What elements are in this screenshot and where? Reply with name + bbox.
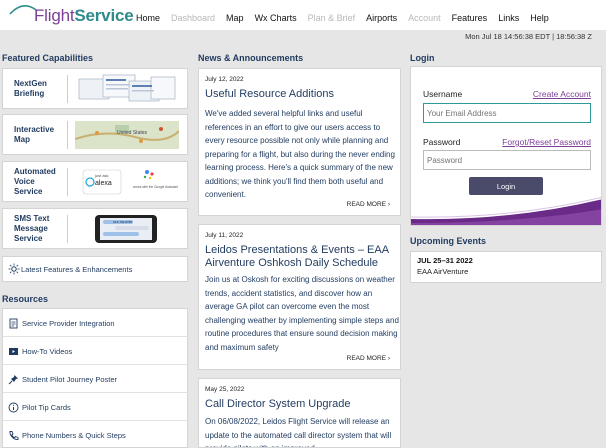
nav-dashboard: Dashboard xyxy=(171,13,216,23)
brand-name-part1: Flight xyxy=(34,6,75,25)
resource-how-to-videos[interactable]: How-To Videos xyxy=(3,337,189,365)
pin-icon xyxy=(8,375,18,385)
brand-logo[interactable]: FlightService xyxy=(34,6,134,26)
resource-label: Student Pilot Journey Poster xyxy=(22,375,118,384)
username-label: Username xyxy=(423,89,463,99)
news-date: May 25, 2022 xyxy=(205,386,245,393)
login-panel: Username Create Account Password Forgot/… xyxy=(410,66,602,226)
nav-home[interactable]: Home xyxy=(136,13,160,23)
resource-phone-numbers[interactable]: Phone Numbers & Quick Steps xyxy=(3,421,189,448)
news-card: July 12, 2022 Useful Resource Additions … xyxy=(198,68,401,216)
news-headline[interactable]: Call Director System Upgrade xyxy=(205,398,400,411)
latest-features-link[interactable]: Latest Features & Enhancements xyxy=(2,256,188,282)
forgot-password-link[interactable]: Forgot/Reset Password xyxy=(502,137,591,147)
resource-pilot-tip-cards[interactable]: Pilot Tip Cards xyxy=(3,393,189,421)
event-item[interactable]: JUL 25–31 2022 EAA AirVenture xyxy=(410,251,602,283)
voice-assistants-icon: just ask alexa works with the Google Ass… xyxy=(82,169,178,195)
divider xyxy=(67,75,68,103)
latest-features-label: Latest Features & Enhancements xyxy=(21,265,133,274)
phone-icon xyxy=(9,431,19,440)
clock-bar: Mon Jul 18 14:56:38 EDT | 18:56:38 Z xyxy=(0,30,606,44)
login-title: Login xyxy=(410,53,435,63)
news-card: July 11, 2022 Leidos Presentations & Eve… xyxy=(198,224,401,370)
sun-icon xyxy=(8,263,20,275)
events-title: Upcoming Events xyxy=(410,236,487,246)
news-card: May 25, 2022 Call Director System Upgrad… xyxy=(198,378,401,448)
nav-help[interactable]: Help xyxy=(530,13,549,23)
resource-label: How-To Videos xyxy=(22,347,73,356)
resource-label: Service Provider Integration xyxy=(22,319,115,328)
feature-nextgen-briefing[interactable]: NextGen Briefing xyxy=(2,68,188,109)
nav-links[interactable]: Links xyxy=(498,13,519,23)
brand-name-part2: Service xyxy=(74,6,134,25)
nav-airports[interactable]: Airports xyxy=(366,13,397,23)
feature-label: SMS Text Message Service xyxy=(14,213,50,243)
phone-sms-icon: S16-762-8768 xyxy=(95,215,157,243)
login-button[interactable]: Login xyxy=(469,177,543,195)
info-circle-icon xyxy=(8,402,19,413)
map-thumb-label: United States xyxy=(117,130,148,136)
map-thumbnail-icon: United States xyxy=(75,121,179,149)
divider xyxy=(67,215,68,243)
resource-label: Phone Numbers & Quick Steps xyxy=(22,431,126,440)
resource-label: Pilot Tip Cards xyxy=(22,403,71,412)
password-input[interactable] xyxy=(423,150,591,170)
resources-title: Resources xyxy=(2,294,49,304)
news-body: Join us at Oskosh for exciting discussio… xyxy=(205,275,399,352)
username-input[interactable] xyxy=(423,103,591,123)
clock-readout: Mon Jul 18 14:56:38 EDT | 18:56:38 Z xyxy=(465,32,592,41)
alexa-top-text: just ask xyxy=(94,173,109,178)
feature-automated-voice[interactable]: Automated Voice Service just ask alexa w… xyxy=(2,161,188,202)
feature-interactive-map[interactable]: Interactive Map United States xyxy=(2,114,188,155)
news-title: News & Announcements xyxy=(198,53,304,63)
feature-label: Interactive Map xyxy=(14,124,55,144)
feature-label: NextGen Briefing xyxy=(14,78,47,98)
google-text: works with the Google Assistant xyxy=(133,185,178,189)
event-date: JUL 25–31 2022 xyxy=(417,256,473,265)
top-header: FlightService Home Dashboard Map Wx Char… xyxy=(0,0,606,30)
nav-features[interactable]: Features xyxy=(452,13,488,23)
news-headline[interactable]: Useful Resource Additions xyxy=(205,88,400,101)
resource-service-provider[interactable]: Service Provider Integration xyxy=(3,309,189,337)
nav-account: Account xyxy=(408,13,441,23)
read-more-link[interactable]: READ MORE › xyxy=(347,201,390,208)
resources-list: Service Provider Integration How-To Vide… xyxy=(2,308,189,448)
news-body: On 06/08/2022, Leidos Flight Service wil… xyxy=(205,417,392,447)
main-nav: Home Dashboard Map Wx Charts Plan & Brie… xyxy=(136,13,560,23)
decorative-wave xyxy=(411,196,601,225)
alexa-text: alexa xyxy=(95,180,112,187)
nav-wx-charts[interactable]: Wx Charts xyxy=(255,13,297,23)
divider xyxy=(67,121,68,149)
event-name: EAA AirVenture xyxy=(417,267,469,276)
featured-title: Featured Capabilities xyxy=(2,53,94,63)
feature-sms-text[interactable]: SMS Text Message Service S16-762-8768 xyxy=(2,208,188,249)
nav-plan-brief: Plan & Brief xyxy=(307,13,356,23)
news-body: We've added several helpful links and us… xyxy=(205,109,395,199)
news-date: July 12, 2022 xyxy=(205,76,244,83)
briefing-screens-icon xyxy=(78,74,176,102)
feature-label: Automated Voice Service xyxy=(14,166,56,196)
password-label: Password xyxy=(423,137,461,147)
video-icon xyxy=(9,348,18,355)
news-headline[interactable]: Leidos Presentations & Events – EAA Airv… xyxy=(205,244,400,270)
nav-map[interactable]: Map xyxy=(226,13,244,23)
create-account-link[interactable]: Create Account xyxy=(533,89,591,99)
resource-student-pilot-poster[interactable]: Student Pilot Journey Poster xyxy=(3,365,189,393)
divider xyxy=(67,168,68,196)
phone-number-text: S16-762-8768 xyxy=(113,220,132,224)
news-date: July 11, 2022 xyxy=(205,232,244,239)
read-more-link[interactable]: READ MORE › xyxy=(347,355,390,362)
document-icon xyxy=(9,318,18,329)
